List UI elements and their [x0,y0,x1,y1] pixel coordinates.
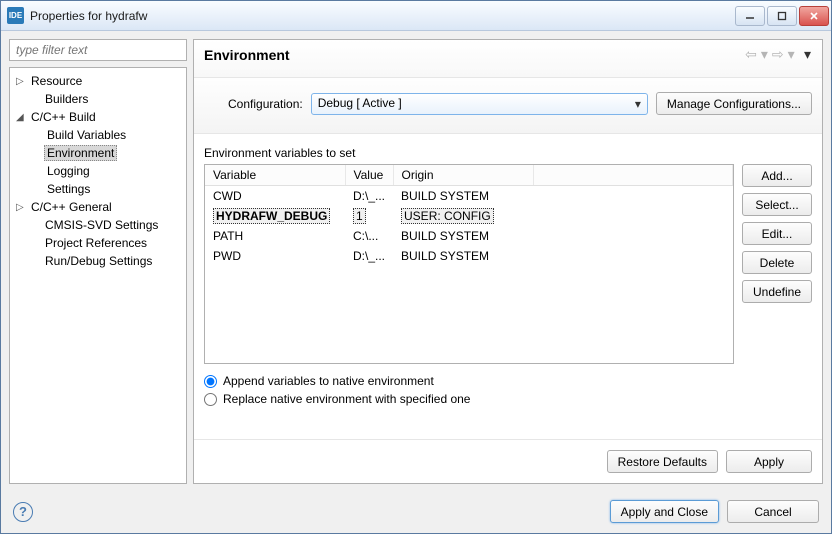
col-value[interactable]: Value [345,165,393,186]
select-button[interactable]: Select... [742,193,812,216]
back-icon[interactable]: ⇦ [744,46,758,63]
content-area: Environment variables to set Variable Va… [194,134,822,439]
radio-replace[interactable]: Replace native environment with specifie… [204,392,812,406]
env-row: Variable Value Origin CWDD:\_...BUILD SY… [204,164,812,364]
col-origin[interactable]: Origin [393,165,533,186]
tree-item-cmsis[interactable]: CMSIS-SVD Settings [10,216,186,234]
tree-item-builders[interactable]: Builders [10,90,186,108]
forward-menu-icon[interactable]: ▾ [787,46,796,63]
window-buttons [735,6,829,26]
nav-arrows: ⇦▾ ⇨▾ ▾ [744,46,812,63]
window-title: Properties for hydrafw [30,9,735,23]
minimize-button[interactable] [735,6,765,26]
radio-replace-input[interactable] [204,393,217,406]
configuration-label: Configuration: [228,97,303,111]
main-panel: Environment ⇦▾ ⇨▾ ▾ Configuration: Debug… [193,39,823,484]
table-row[interactable]: CWDD:\_...BUILD SYSTEM [205,186,733,207]
tree-item-project-refs[interactable]: Project References [10,234,186,252]
table-row[interactable]: PATHC:\...BUILD SYSTEM [205,226,733,246]
panel-footer: Restore Defaults Apply [194,439,822,483]
category-tree[interactable]: ▷Resource Builders ◢C/C++ Build Build Va… [9,67,187,484]
table-row[interactable]: HYDRAFW_DEBUG1USER: CONFIG [205,206,733,226]
manage-configurations-button[interactable]: Manage Configurations... [656,92,812,115]
col-blank [533,165,732,186]
table-row[interactable]: PWDD:\_...BUILD SYSTEM [205,246,733,266]
env-buttons: Add... Select... Edit... Delete Undefine [742,164,812,364]
env-vars-label: Environment variables to set [204,146,812,160]
maximize-button[interactable] [767,6,797,26]
delete-button[interactable]: Delete [742,251,812,274]
app-icon: IDE [7,7,24,24]
filter-input[interactable] [9,39,187,61]
tree-item-build-variables[interactable]: Build Variables [10,126,186,144]
tree-item-settings[interactable]: Settings [10,180,186,198]
dialog-footer: ? Apply and Close Cancel [1,492,831,533]
cancel-button[interactable]: Cancel [727,500,819,523]
close-button[interactable] [799,6,829,26]
tree-item-environment[interactable]: Environment [10,144,186,162]
edit-button[interactable]: Edit... [742,222,812,245]
apply-and-close-button[interactable]: Apply and Close [610,500,719,523]
tree-item-logging[interactable]: Logging [10,162,186,180]
help-icon[interactable]: ? [13,502,33,522]
page-title: Environment [204,47,744,63]
sidebar: ▷Resource Builders ◢C/C++ Build Build Va… [9,39,187,484]
tree-item-run-debug[interactable]: Run/Debug Settings [10,252,186,270]
dialog-body: ▷Resource Builders ◢C/C++ Build Build Va… [1,31,831,492]
add-button[interactable]: Add... [742,164,812,187]
back-menu-icon[interactable]: ▾ [760,46,769,63]
env-mode-radios: Append variables to native environment R… [204,374,812,410]
properties-dialog: IDE Properties for hydrafw ▷Resource Bui… [0,0,832,534]
restore-defaults-button[interactable]: Restore Defaults [607,450,718,473]
titlebar: IDE Properties for hydrafw [1,1,831,31]
view-menu-icon[interactable]: ▾ [803,46,812,63]
radio-append-input[interactable] [204,375,217,388]
tree-item-cpp-general[interactable]: ▷C/C++ General [10,198,186,216]
forward-icon[interactable]: ⇨ [771,46,785,63]
apply-button[interactable]: Apply [726,450,812,473]
col-variable[interactable]: Variable [205,165,345,186]
radio-append[interactable]: Append variables to native environment [204,374,812,388]
env-table[interactable]: Variable Value Origin CWDD:\_...BUILD SY… [204,164,734,364]
configuration-row: Configuration: Debug [ Active ] Manage C… [194,78,822,134]
tree-item-cpp-build[interactable]: ◢C/C++ Build [10,108,186,126]
undefine-button[interactable]: Undefine [742,280,812,303]
main-header: Environment ⇦▾ ⇨▾ ▾ [194,40,822,78]
configuration-select[interactable]: Debug [ Active ] [311,93,648,115]
tree-item-resource[interactable]: ▷Resource [10,72,186,90]
